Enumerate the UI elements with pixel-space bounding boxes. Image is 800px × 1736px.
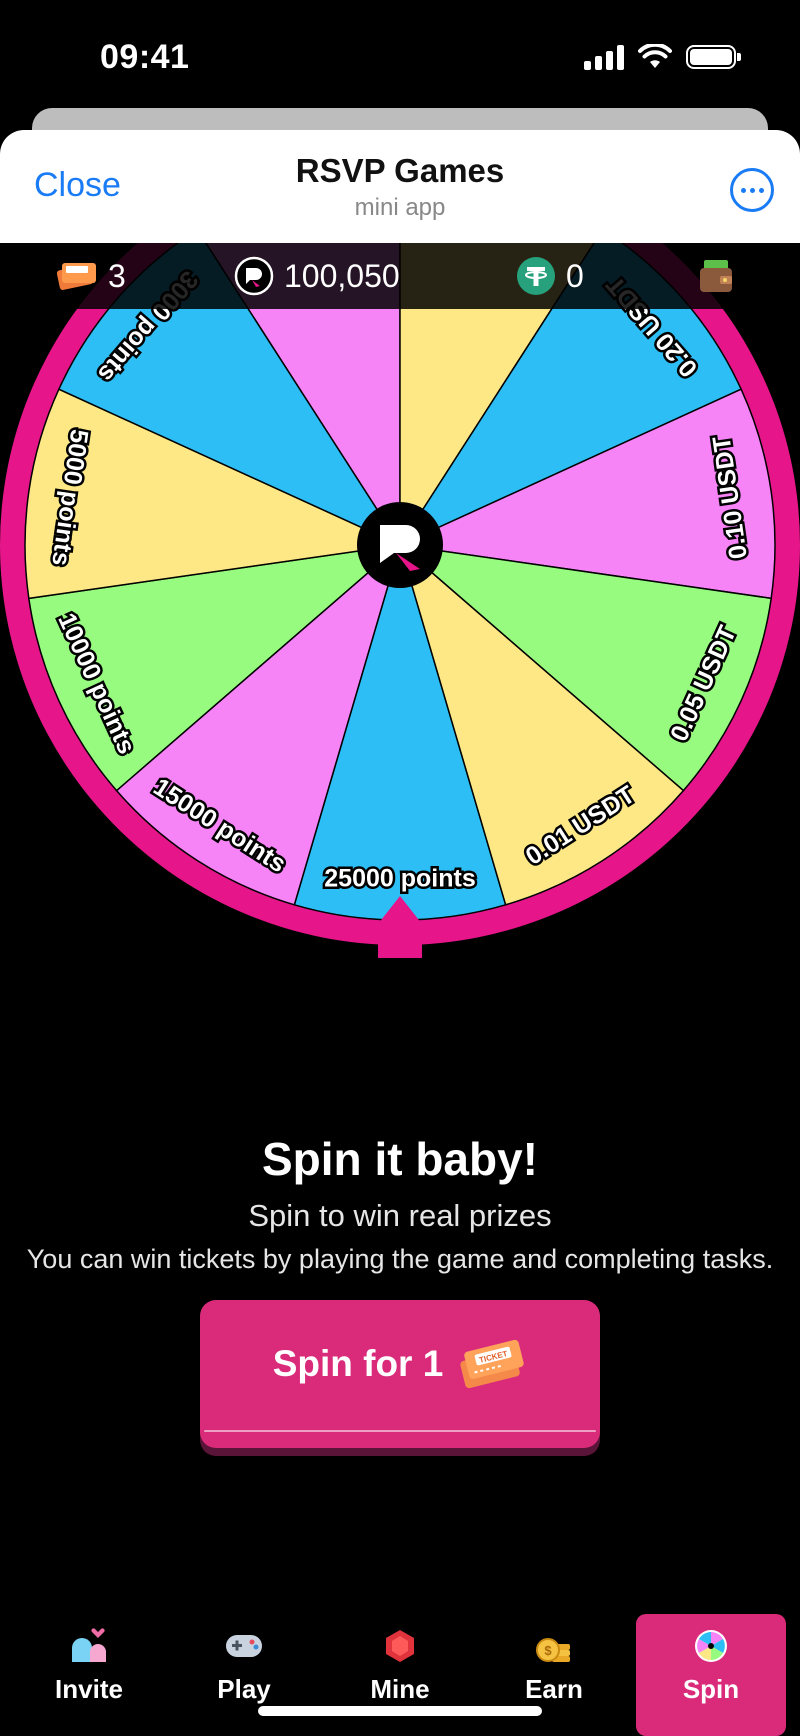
- invite-icon: [68, 1628, 110, 1664]
- tab-earn[interactable]: $ Earn: [479, 1614, 629, 1736]
- ticket-icon: [56, 263, 96, 290]
- ticket-icon: TICKET: [460, 1339, 524, 1389]
- rsvp-logo-icon: [234, 256, 274, 296]
- tab-spin[interactable]: Spin: [636, 1614, 786, 1736]
- tab-play-label: Play: [217, 1674, 271, 1704]
- stats-bar: 3 100,050 0: [0, 243, 800, 309]
- more-options-icon[interactable]: [730, 168, 774, 212]
- tether-icon: [517, 257, 555, 295]
- tab-earn-label: Earn: [525, 1674, 583, 1704]
- home-indicator: [258, 1706, 542, 1716]
- tickets-count: 3: [108, 257, 126, 294]
- spin-button-content: Spin for 1 TICKET: [200, 1338, 600, 1390]
- spin-button-label: Spin for 1: [272, 1343, 444, 1384]
- wheel-segment-label: 25000 points: [324, 865, 475, 893]
- tab-play[interactable]: Play: [169, 1614, 319, 1736]
- tab-invite-label: Invite: [55, 1674, 123, 1704]
- tab-invite[interactable]: Invite: [14, 1614, 164, 1736]
- gamepad-icon: [224, 1628, 264, 1664]
- wheel-icon: [693, 1628, 729, 1664]
- app-subtitle: mini app: [354, 194, 446, 221]
- tickets-stat: 3: [56, 243, 126, 309]
- usdt-stat: 0: [516, 243, 584, 309]
- tab-mine[interactable]: Mine: [325, 1614, 475, 1736]
- app-header: Close RSVP Games mini app: [0, 130, 800, 243]
- spin-button[interactable]: Spin for 1 TICKET: [200, 1300, 600, 1448]
- app-title: RSVP Games: [295, 152, 505, 189]
- coins-icon: $: [534, 1628, 574, 1664]
- points-balance: 100,050: [284, 257, 400, 294]
- spin-subtitle: Spin to win real prizes: [248, 1198, 552, 1233]
- wallet-button[interactable]: [696, 243, 736, 309]
- tab-mine-label: Mine: [370, 1674, 430, 1704]
- wallet-icon: [700, 260, 732, 292]
- spin-title: Spin it baby!: [262, 1133, 538, 1185]
- tab-spin-label: Spin: [682, 1674, 740, 1704]
- usdt-balance: 0: [566, 257, 584, 294]
- points-stat: 100,050: [234, 243, 400, 309]
- svg-text:$: $: [544, 1643, 552, 1658]
- spin-description: You can win tickets by playing the game …: [26, 1244, 774, 1274]
- gem-icon: [383, 1628, 417, 1664]
